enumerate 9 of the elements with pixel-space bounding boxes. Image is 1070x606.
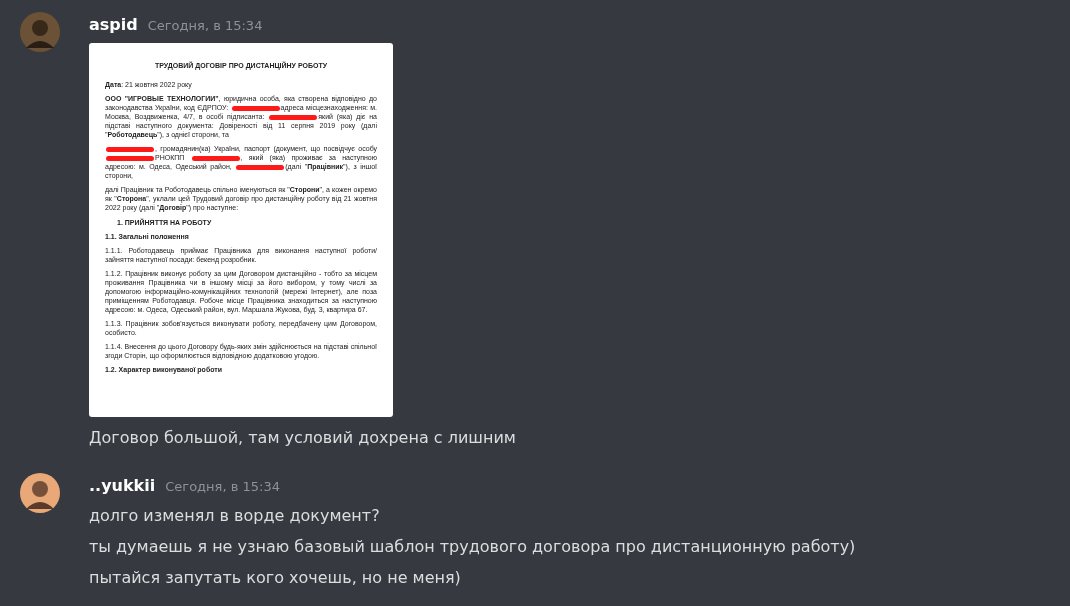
message-text: пытайся запутать кого хочешь, но не меня) <box>89 567 462 589</box>
message-text: Договор большой, там условий дохрена с лишним <box>89 427 516 449</box>
message-text: ты думаешь я не узнаю базовый шаблон трудового договора про дистанционную работу) <box>89 536 856 558</box>
username[interactable]: aspid <box>89 13 138 37</box>
username[interactable]: ..yukkii <box>89 474 156 498</box>
message-text: долго изменял в ворде документ? <box>89 505 381 527</box>
document-attachment[interactable] <box>89 43 393 417</box>
timestamp: Сегодня, в 15:34 <box>165 478 280 496</box>
timestamp: Сегодня, в 15:34 <box>147 17 263 35</box>
